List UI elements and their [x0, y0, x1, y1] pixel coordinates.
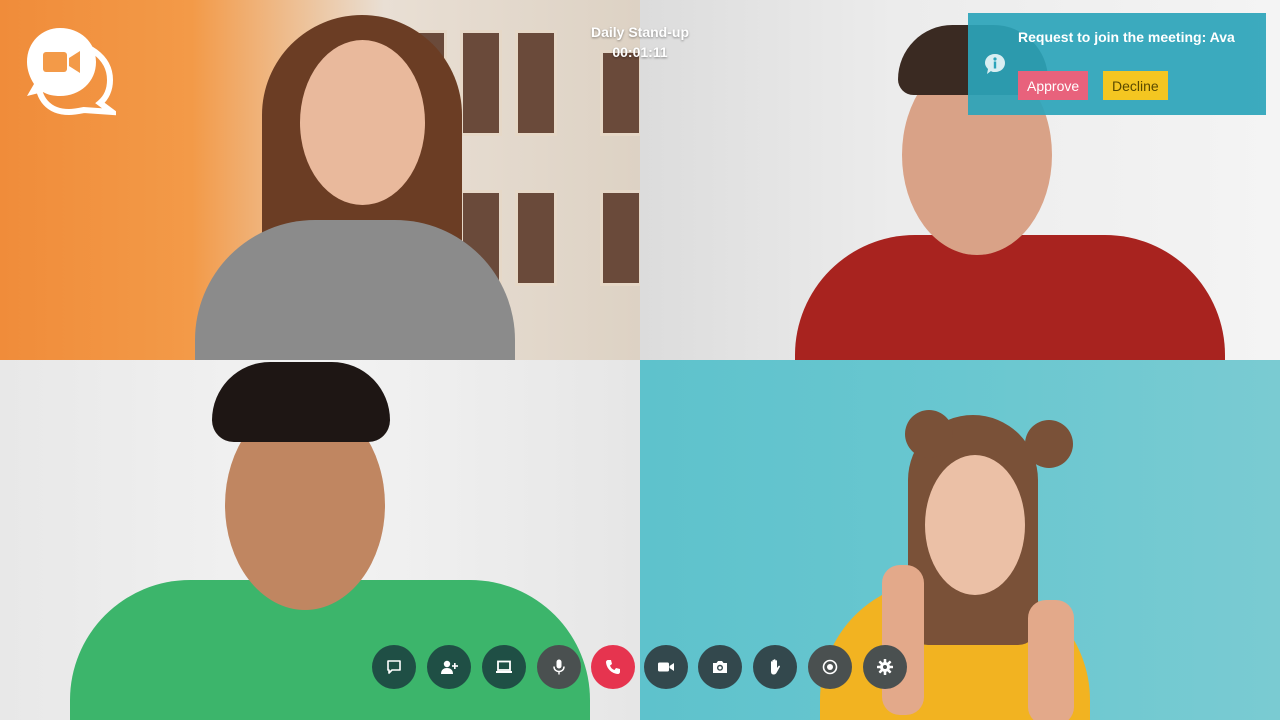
info-icon [985, 54, 1005, 74]
participant-body [795, 235, 1225, 360]
participant-face [300, 40, 425, 205]
record-button[interactable] [808, 645, 852, 689]
window-pane [600, 50, 640, 136]
participant-hair [212, 362, 390, 442]
thumbs-up-hand [882, 565, 924, 715]
record-icon [822, 659, 838, 675]
gear-icon [877, 659, 893, 675]
meeting-info: Daily Stand-up 00:01:11 [540, 22, 740, 62]
camera-icon [713, 661, 727, 673]
join-request-notification: Request to join the meeting: Ava Approve… [968, 13, 1266, 115]
participant-face [925, 455, 1025, 595]
video-icon [658, 662, 674, 672]
share-screen-button[interactable] [482, 645, 526, 689]
phone-icon [606, 660, 620, 674]
add-participant-button[interactable] [427, 645, 471, 689]
hand-icon [771, 659, 780, 675]
window-pane [515, 190, 557, 286]
add-user-icon [441, 660, 458, 674]
approve-button[interactable]: Approve [1018, 71, 1089, 100]
microphone-button[interactable] [537, 645, 581, 689]
chat-icon [387, 660, 401, 674]
settings-button[interactable] [863, 645, 907, 689]
raise-hand-button[interactable] [753, 645, 797, 689]
notification-message: Request to join the meeting: Ava [1018, 29, 1235, 45]
chat-video-logo-icon [27, 28, 122, 116]
window-pane [460, 30, 502, 136]
meeting-title: Daily Stand-up [590, 24, 689, 40]
laptop-icon [496, 660, 512, 673]
meeting-timer: 00:01:11 [612, 44, 668, 60]
hair-bun [905, 410, 953, 458]
microphone-icon [553, 659, 565, 675]
camera-toggle-button[interactable] [644, 645, 688, 689]
app-logo [24, 24, 122, 116]
chat-button[interactable] [372, 645, 416, 689]
window-pane [600, 190, 640, 286]
snapshot-button[interactable] [698, 645, 742, 689]
hair-bun [1025, 420, 1073, 468]
thumbs-up-hand [1028, 600, 1074, 720]
end-call-button[interactable] [591, 645, 635, 689]
decline-button[interactable]: Decline [1103, 71, 1168, 100]
